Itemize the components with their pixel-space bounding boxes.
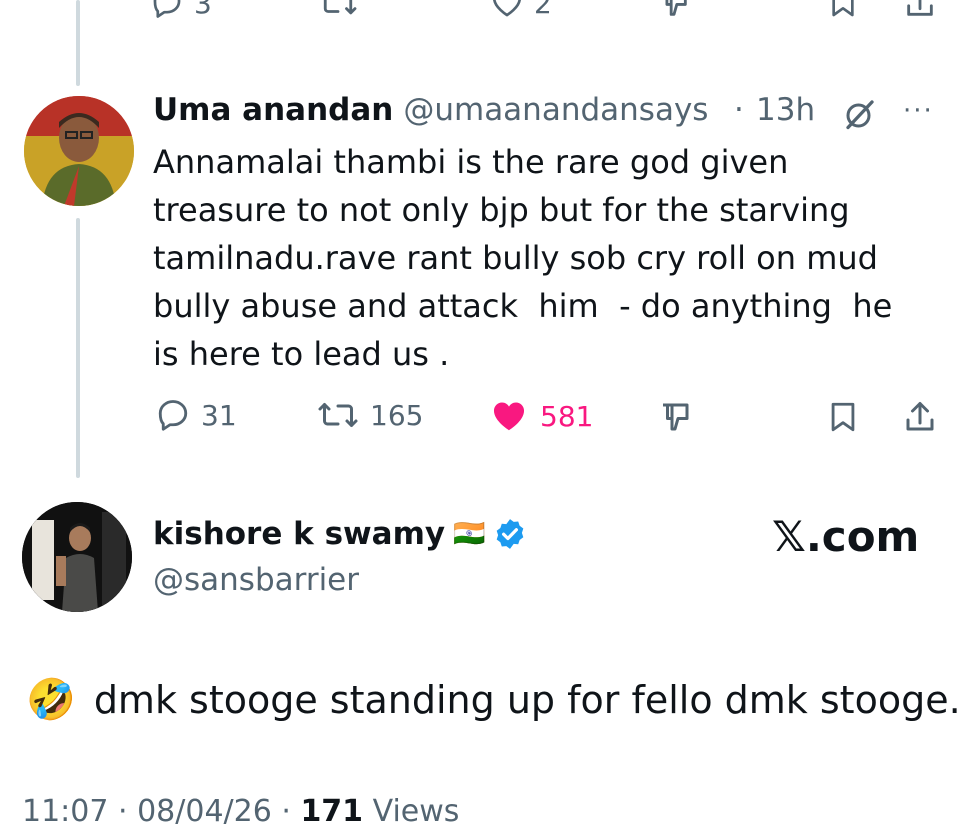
main-handle[interactable]: @sansbarrier	[153, 562, 359, 598]
reply-header: Uma anandan @umaanandansays	[153, 92, 708, 128]
share-action[interactable]	[903, 0, 937, 20]
reply-display-name[interactable]: Uma anandan	[153, 92, 393, 128]
reply-bookmark-action[interactable]	[826, 399, 860, 435]
like-icon	[493, 0, 521, 17]
views-label: Views	[363, 794, 460, 829]
rofl-emoji-icon: 🤣	[26, 677, 76, 723]
reply-count: 3	[194, 0, 212, 20]
views-count[interactable]: 171	[300, 794, 363, 829]
reply-icon	[158, 400, 188, 431]
like-count: 2	[534, 0, 552, 20]
reply-avatar[interactable]	[24, 96, 134, 206]
reply-handle[interactable]: @umaanandansays	[403, 92, 708, 128]
reply-text: Annamalai thambi is the rare god given t…	[153, 143, 893, 373]
main-avatar[interactable]	[22, 502, 132, 612]
like-icon	[493, 402, 525, 431]
tweet-time[interactable]: 11:07	[22, 794, 108, 829]
retweet-action[interactable]	[318, 0, 358, 20]
grok-icon	[846, 100, 874, 130]
dislike-icon	[663, 403, 689, 431]
dislike-action[interactable]	[657, 0, 691, 20]
reply-retweet-action[interactable]: 165	[316, 397, 423, 433]
main-tweet-body: 🤣 dmk stooge standing up for fello dmk s…	[26, 676, 961, 724]
share-icon	[906, 402, 934, 431]
reply-more-button[interactable]: ···	[903, 96, 934, 126]
reply-dislike-action[interactable]	[657, 399, 693, 435]
avatar-portrait	[24, 96, 134, 206]
main-tweet-text: dmk stooge standing up for fello dmk sto…	[93, 678, 961, 722]
bookmark-icon	[831, 402, 855, 432]
reply-icon	[153, 0, 181, 18]
retweet-icon	[323, 0, 357, 15]
footer-separator: ·	[271, 794, 301, 829]
main-display-name[interactable]: kishore k swamy	[153, 516, 445, 552]
bookmark-action[interactable]	[827, 0, 859, 20]
tweet-meta-footer: 11:07 · 08/04/26 · 171 Views	[22, 794, 459, 829]
x-brand-logo: 𝕏.com	[772, 512, 920, 561]
main-header: kishore k swamy 🇮🇳	[153, 516, 527, 552]
share-icon	[907, 0, 933, 16]
bookmark-icon	[832, 0, 854, 17]
tweet-date[interactable]: 08/04/26	[137, 794, 272, 829]
avatar-portrait	[22, 502, 132, 612]
reply-time[interactable]: 13h	[756, 92, 815, 128]
reply-like-action[interactable]: 581	[488, 397, 593, 435]
footer-separator: ·	[108, 794, 138, 829]
grok-button[interactable]	[842, 96, 878, 136]
reply-reply-action[interactable]: 31	[155, 397, 237, 433]
retweet-icon	[318, 403, 358, 427]
dislike-icon	[665, 0, 687, 16]
thread-line-reply	[76, 218, 80, 478]
reply-reply-count: 31	[201, 398, 237, 432]
reply-retweet-count: 165	[370, 398, 424, 432]
reply-share-action[interactable]	[902, 399, 938, 435]
reply-like-count: 581	[540, 399, 594, 433]
verified-icon[interactable]	[493, 517, 527, 551]
india-flag-icon: 🇮🇳	[453, 519, 486, 549]
thread-line-top	[76, 0, 80, 86]
reply-action[interactable]: 3	[150, 0, 212, 20]
like-action[interactable]: 2	[490, 0, 552, 20]
reply-separator: ·	[734, 92, 744, 128]
